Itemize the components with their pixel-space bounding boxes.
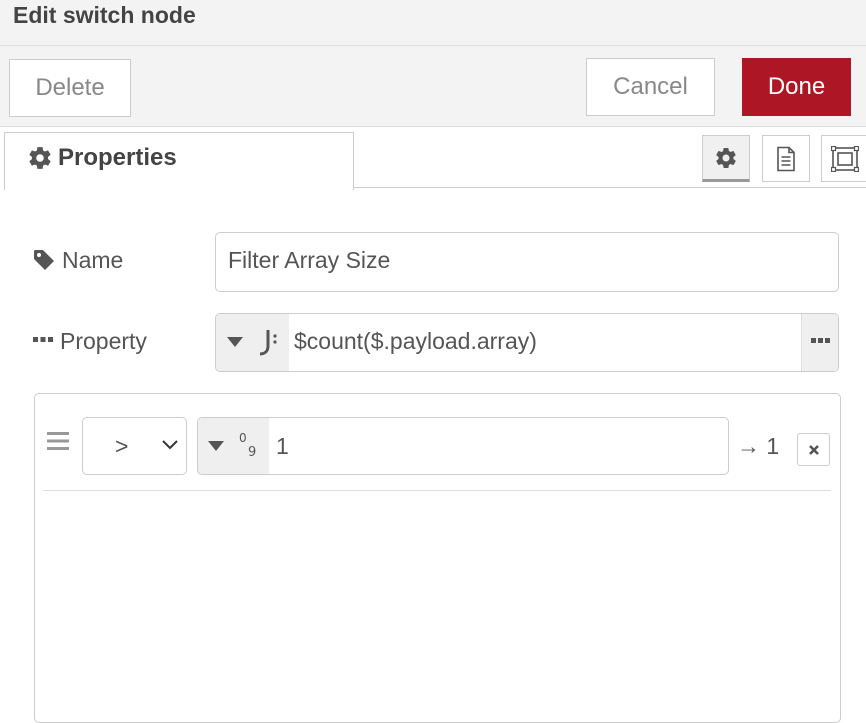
caret-down-icon	[208, 441, 224, 451]
rule-output-label: → 1	[737, 433, 780, 459]
property-typed-input: $count($.payload.array)	[215, 313, 839, 372]
jsonata-icon	[259, 330, 277, 356]
done-button[interactable]: Done	[742, 58, 851, 116]
rule-divider	[43, 490, 831, 491]
rule-value[interactable]: 1	[276, 433, 289, 460]
dialog-title: Edit switch node	[13, 2, 196, 28]
node-description-button[interactable]	[762, 135, 810, 182]
node-appearance-button[interactable]	[821, 135, 866, 182]
frame-icon	[831, 145, 859, 172]
operator-select[interactable]: >	[82, 417, 187, 475]
cancel-button[interactable]: Cancel	[586, 58, 715, 116]
svg-text:0: 0	[239, 431, 247, 445]
node-settings-button[interactable]	[702, 135, 750, 182]
tab-bar-divider	[354, 187, 866, 188]
property-label: Property	[60, 328, 147, 354]
operator-value: >	[115, 433, 129, 459]
close-icon	[808, 444, 819, 455]
name-label: Name	[62, 247, 124, 273]
svg-text:9: 9	[248, 445, 256, 460]
gear-icon	[716, 147, 736, 168]
ellipsis-icon	[33, 337, 53, 342]
expression-editor-button[interactable]	[801, 314, 838, 371]
rule-value-input: 0 9 1	[197, 417, 729, 475]
property-value[interactable]: $count($.payload.array)	[294, 328, 537, 355]
tab-properties-label: Properties	[58, 144, 177, 171]
ellipsis-icon	[811, 338, 830, 343]
delete-button[interactable]: Delete	[9, 59, 131, 117]
caret-down-icon	[227, 337, 243, 347]
gear-icon	[29, 147, 51, 169]
drag-handle-icon[interactable]	[47, 432, 69, 450]
tab-properties[interactable]: Properties	[4, 132, 354, 190]
dialog-header: Edit switch node	[0, 0, 866, 46]
remove-rule-button[interactable]	[797, 433, 830, 466]
value-type-selector[interactable]: 0 9	[198, 418, 269, 474]
tag-icon	[34, 250, 54, 270]
rules-list: > 0 9 1 → 1	[34, 393, 841, 723]
name-input[interactable]: Filter Array Size	[215, 232, 839, 292]
document-icon	[777, 146, 795, 171]
dialog-toolbar: Delete Cancel Done	[0, 46, 866, 127]
number-type-icon: 0 9	[239, 431, 256, 460]
property-type-selector[interactable]	[216, 314, 289, 371]
chevron-down-icon	[162, 440, 178, 450]
